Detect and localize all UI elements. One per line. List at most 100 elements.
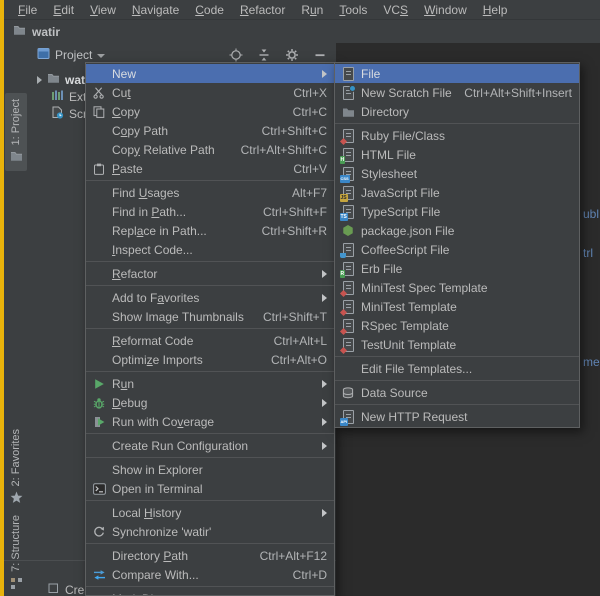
blank-icon: [91, 505, 107, 521]
menu-item-coffeescript-file[interactable]: CoffeeScript File: [335, 240, 579, 259]
menubar-item-run[interactable]: Run: [293, 1, 331, 19]
blank-icon: [91, 591, 107, 596]
scratch-file-icon: [340, 85, 356, 101]
menu-item-new-scratch-file[interactable]: New Scratch FileCtrl+Alt+Shift+Insert: [335, 83, 579, 102]
menu-item-label: Optimize Imports: [112, 353, 203, 367]
menu-item-paste[interactable]: Paste Ctrl+V: [86, 159, 334, 178]
menu-item-compare-with[interactable]: Compare With...Ctrl+D: [86, 565, 334, 584]
menu-item-label: Local History: [112, 506, 181, 520]
tool-window-button-structure[interactable]: 7: Structure: [5, 511, 27, 596]
editor-text-fragment: trl: [583, 246, 593, 260]
menu-item-new[interactable]: New: [86, 64, 334, 83]
menubar-item-view[interactable]: View: [82, 1, 124, 19]
menu-item-label: New Scratch File: [361, 86, 452, 100]
menu-item-edit-file-templates[interactable]: Edit File Templates...: [335, 359, 579, 378]
menu-item-package-json-file[interactable]: package.json File: [335, 221, 579, 240]
menubar-item-tools[interactable]: Tools: [331, 1, 375, 19]
project-panel-title[interactable]: Project: [55, 48, 92, 62]
api-icon: API: [340, 409, 356, 425]
menu-item-html-file[interactable]: HHTML File: [335, 145, 579, 164]
menubar-item-vcs[interactable]: VCS: [375, 1, 416, 19]
menu-item-testunit-template[interactable]: TestUnit Template: [335, 335, 579, 354]
menubar-item-code[interactable]: Code: [187, 1, 232, 19]
menu-item-data-source[interactable]: Data Source: [335, 383, 579, 402]
menubar-item-window[interactable]: Window: [416, 1, 475, 19]
blank-icon: [91, 266, 107, 282]
menu-item-minitest-spec-template[interactable]: MiniTest Spec Template: [335, 278, 579, 297]
menu-item-label: Debug: [112, 396, 147, 410]
chevron-down-icon[interactable]: [97, 54, 105, 58]
menu-item-show-in-explorer[interactable]: Show in Explorer: [86, 460, 334, 479]
menu-item-label: Data Source: [361, 386, 428, 400]
menu-item-run[interactable]: Run: [86, 374, 334, 393]
menu-item-synchronize-watir[interactable]: Synchronize 'watir': [86, 522, 334, 541]
menu-item-file[interactable]: File: [335, 64, 579, 83]
css-icon: CSS: [340, 166, 356, 182]
menu-item-add-to-favorites[interactable]: Add to Favorites: [86, 288, 334, 307]
breadcrumb-project[interactable]: watir: [32, 25, 60, 39]
hide-panel-icon[interactable]: [312, 47, 328, 63]
menu-item-show-image-thumbnails[interactable]: Show Image ThumbnailsCtrl+Shift+T: [86, 307, 334, 326]
menu-item-javascript-file[interactable]: JSJavaScript File: [335, 183, 579, 202]
tool-window-label: 7: Structure: [10, 515, 22, 572]
project-tab-icon: [37, 47, 50, 63]
menu-item-replace-in-path[interactable]: Replace in Path...Ctrl+Shift+R: [86, 221, 334, 240]
locate-file-icon[interactable]: [228, 47, 244, 63]
menu-item-typescript-file[interactable]: TSTypeScript File: [335, 202, 579, 221]
tool-window-button-favorites[interactable]: 2: Favorites: [5, 425, 27, 511]
menu-item-inspect-code[interactable]: Inspect Code...: [86, 240, 334, 259]
menu-item-run-with-coverage[interactable]: Run with Coverage: [86, 412, 334, 431]
folder-icon: [13, 24, 26, 39]
menu-item-copy-relative-path[interactable]: Copy Relative PathCtrl+Alt+Shift+C: [86, 140, 334, 159]
menu-item-label: Run: [112, 377, 134, 391]
menu-item-mark-directory-as[interactable]: Mark Directory as: [86, 589, 334, 596]
menu-item-refactor[interactable]: Refactor: [86, 264, 334, 283]
menu-item-rspec-template[interactable]: RSpec Template: [335, 316, 579, 335]
menubar-item-edit[interactable]: Edit: [45, 1, 82, 19]
menu-item-create-run-configuration[interactable]: Create Run Configuration: [86, 436, 334, 455]
menubar-item-navigate[interactable]: Navigate: [124, 1, 187, 19]
menubar-item-refactor[interactable]: Refactor: [232, 1, 293, 19]
menu-item-copy-path[interactable]: Copy PathCtrl+Shift+C: [86, 121, 334, 140]
menu-item-label: TypeScript File: [361, 205, 440, 219]
menu-item-shortcut: Ctrl+D: [293, 568, 327, 582]
menu-separator: [86, 457, 334, 458]
menu-item-cut[interactable]: CutCtrl+X: [86, 83, 334, 102]
menu-separator: [86, 261, 334, 262]
menu-item-optimize-imports[interactable]: Optimize ImportsCtrl+Alt+O: [86, 350, 334, 369]
submenu-arrow-icon: [322, 399, 327, 407]
settings-gear-icon[interactable]: [284, 47, 300, 63]
menu-item-directory[interactable]: Directory: [335, 102, 579, 121]
menu-item-find-usages[interactable]: Find UsagesAlt+F7: [86, 183, 334, 202]
structure-icon: [10, 577, 23, 593]
menu-item-directory-path[interactable]: Directory PathCtrl+Alt+F12: [86, 546, 334, 565]
blank-icon: [91, 66, 107, 82]
menu-item-local-history[interactable]: Local History: [86, 503, 334, 522]
menu-item-debug[interactable]: Debug: [86, 393, 334, 412]
debug-icon: [91, 395, 107, 411]
menu-item-label: Copy Path: [112, 124, 168, 138]
menu-item-label: MiniTest Template: [361, 300, 457, 314]
menu-item-erb-file[interactable]: RErb File: [335, 259, 579, 278]
tool-window-button-project[interactable]: 1: Project: [5, 93, 27, 171]
menu-item-label: Paste: [112, 162, 143, 176]
menu-item-ruby-file-class[interactable]: Ruby File/Class: [335, 126, 579, 145]
menu-item-copy[interactable]: CopyCtrl+C: [86, 102, 334, 121]
menu-separator: [86, 328, 334, 329]
menu-item-open-in-terminal[interactable]: Open in Terminal: [86, 479, 334, 498]
erb-icon: R: [340, 261, 356, 277]
menu-item-find-in-path[interactable]: Find in Path...Ctrl+Shift+F: [86, 202, 334, 221]
menu-item-shortcut: Ctrl+V: [293, 162, 327, 176]
blank-icon: [91, 462, 107, 478]
expand-arrow-icon[interactable]: [37, 76, 42, 84]
menu-item-minitest-template[interactable]: MiniTest Template: [335, 297, 579, 316]
menu-item-reformat-code[interactable]: Reformat CodeCtrl+Alt+L: [86, 331, 334, 350]
menubar-item-file[interactable]: File: [10, 1, 45, 19]
blank-icon: [91, 142, 107, 158]
menubar-item-help[interactable]: Help: [475, 1, 516, 19]
collapse-all-icon[interactable]: [256, 47, 272, 63]
menu-item-label: Find in Path...: [112, 205, 186, 219]
menu-item-new-http-request[interactable]: APINew HTTP Request: [335, 407, 579, 426]
tool-window-label: 2: Favorites: [10, 429, 22, 486]
menu-item-stylesheet[interactable]: CSSStylesheet: [335, 164, 579, 183]
